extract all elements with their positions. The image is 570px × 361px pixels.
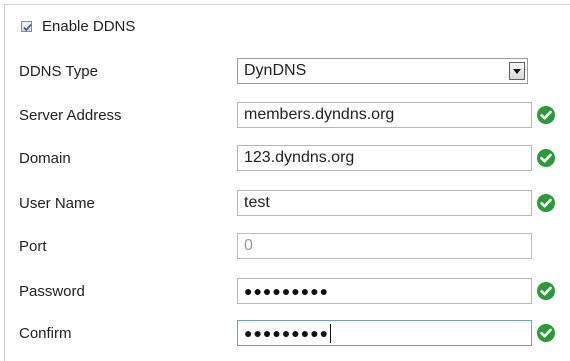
confirm-row: Confirm ●●●●●●●●● [19, 320, 559, 346]
ddns-type-value: DynDNS [244, 62, 307, 79]
check-circle-icon [537, 324, 555, 342]
ddns-type-row: DDNS Type DynDNS [19, 58, 559, 84]
user-name-label: User Name [19, 195, 95, 212]
domain-row: Domain 123.dyndns.org [19, 145, 559, 171]
ddns-type-select[interactable]: DynDNS [237, 58, 528, 84]
port-value: 0 [244, 237, 253, 254]
check-circle-icon [537, 194, 555, 212]
dropdown-button[interactable] [509, 62, 525, 80]
chevron-down-icon [513, 68, 521, 74]
server-address-input[interactable]: members.dyndns.org [237, 102, 532, 128]
checkmark-icon [23, 23, 32, 31]
password-masked-value: ●●●●●●●●● [244, 283, 330, 299]
text-cursor [330, 323, 332, 343]
ddns-type-label: DDNS Type [19, 63, 98, 80]
port-input: 0 [237, 233, 532, 259]
password-label: Password [19, 283, 85, 300]
port-label: Port [19, 238, 47, 255]
confirm-password-input[interactable]: ●●●●●●●●● [237, 320, 532, 346]
domain-input[interactable]: 123.dyndns.org [237, 145, 532, 171]
server-address-value: members.dyndns.org [244, 106, 395, 123]
confirm-label: Confirm [19, 325, 72, 342]
password-input[interactable]: ●●●●●●●●● [237, 278, 532, 304]
password-row: Password ●●●●●●●●● [19, 278, 559, 304]
domain-value: 123.dyndns.org [244, 149, 355, 166]
server-address-label: Server Address [19, 107, 122, 124]
user-name-row: User Name test [19, 190, 559, 216]
enable-ddns-label: Enable DDNS [42, 17, 136, 35]
user-name-value: test [244, 194, 270, 211]
port-row: Port 0 [19, 233, 559, 259]
server-address-row: Server Address members.dyndns.org [19, 102, 559, 128]
user-name-input[interactable]: test [237, 190, 532, 216]
check-circle-icon [537, 106, 555, 124]
enable-ddns-checkbox[interactable] [21, 20, 32, 32]
domain-label: Domain [19, 150, 71, 167]
confirm-masked-value: ●●●●●●●●● [244, 325, 330, 341]
check-circle-icon [537, 282, 555, 300]
check-circle-icon [537, 149, 555, 167]
enable-ddns-row: Enable DDNS [21, 16, 135, 36]
